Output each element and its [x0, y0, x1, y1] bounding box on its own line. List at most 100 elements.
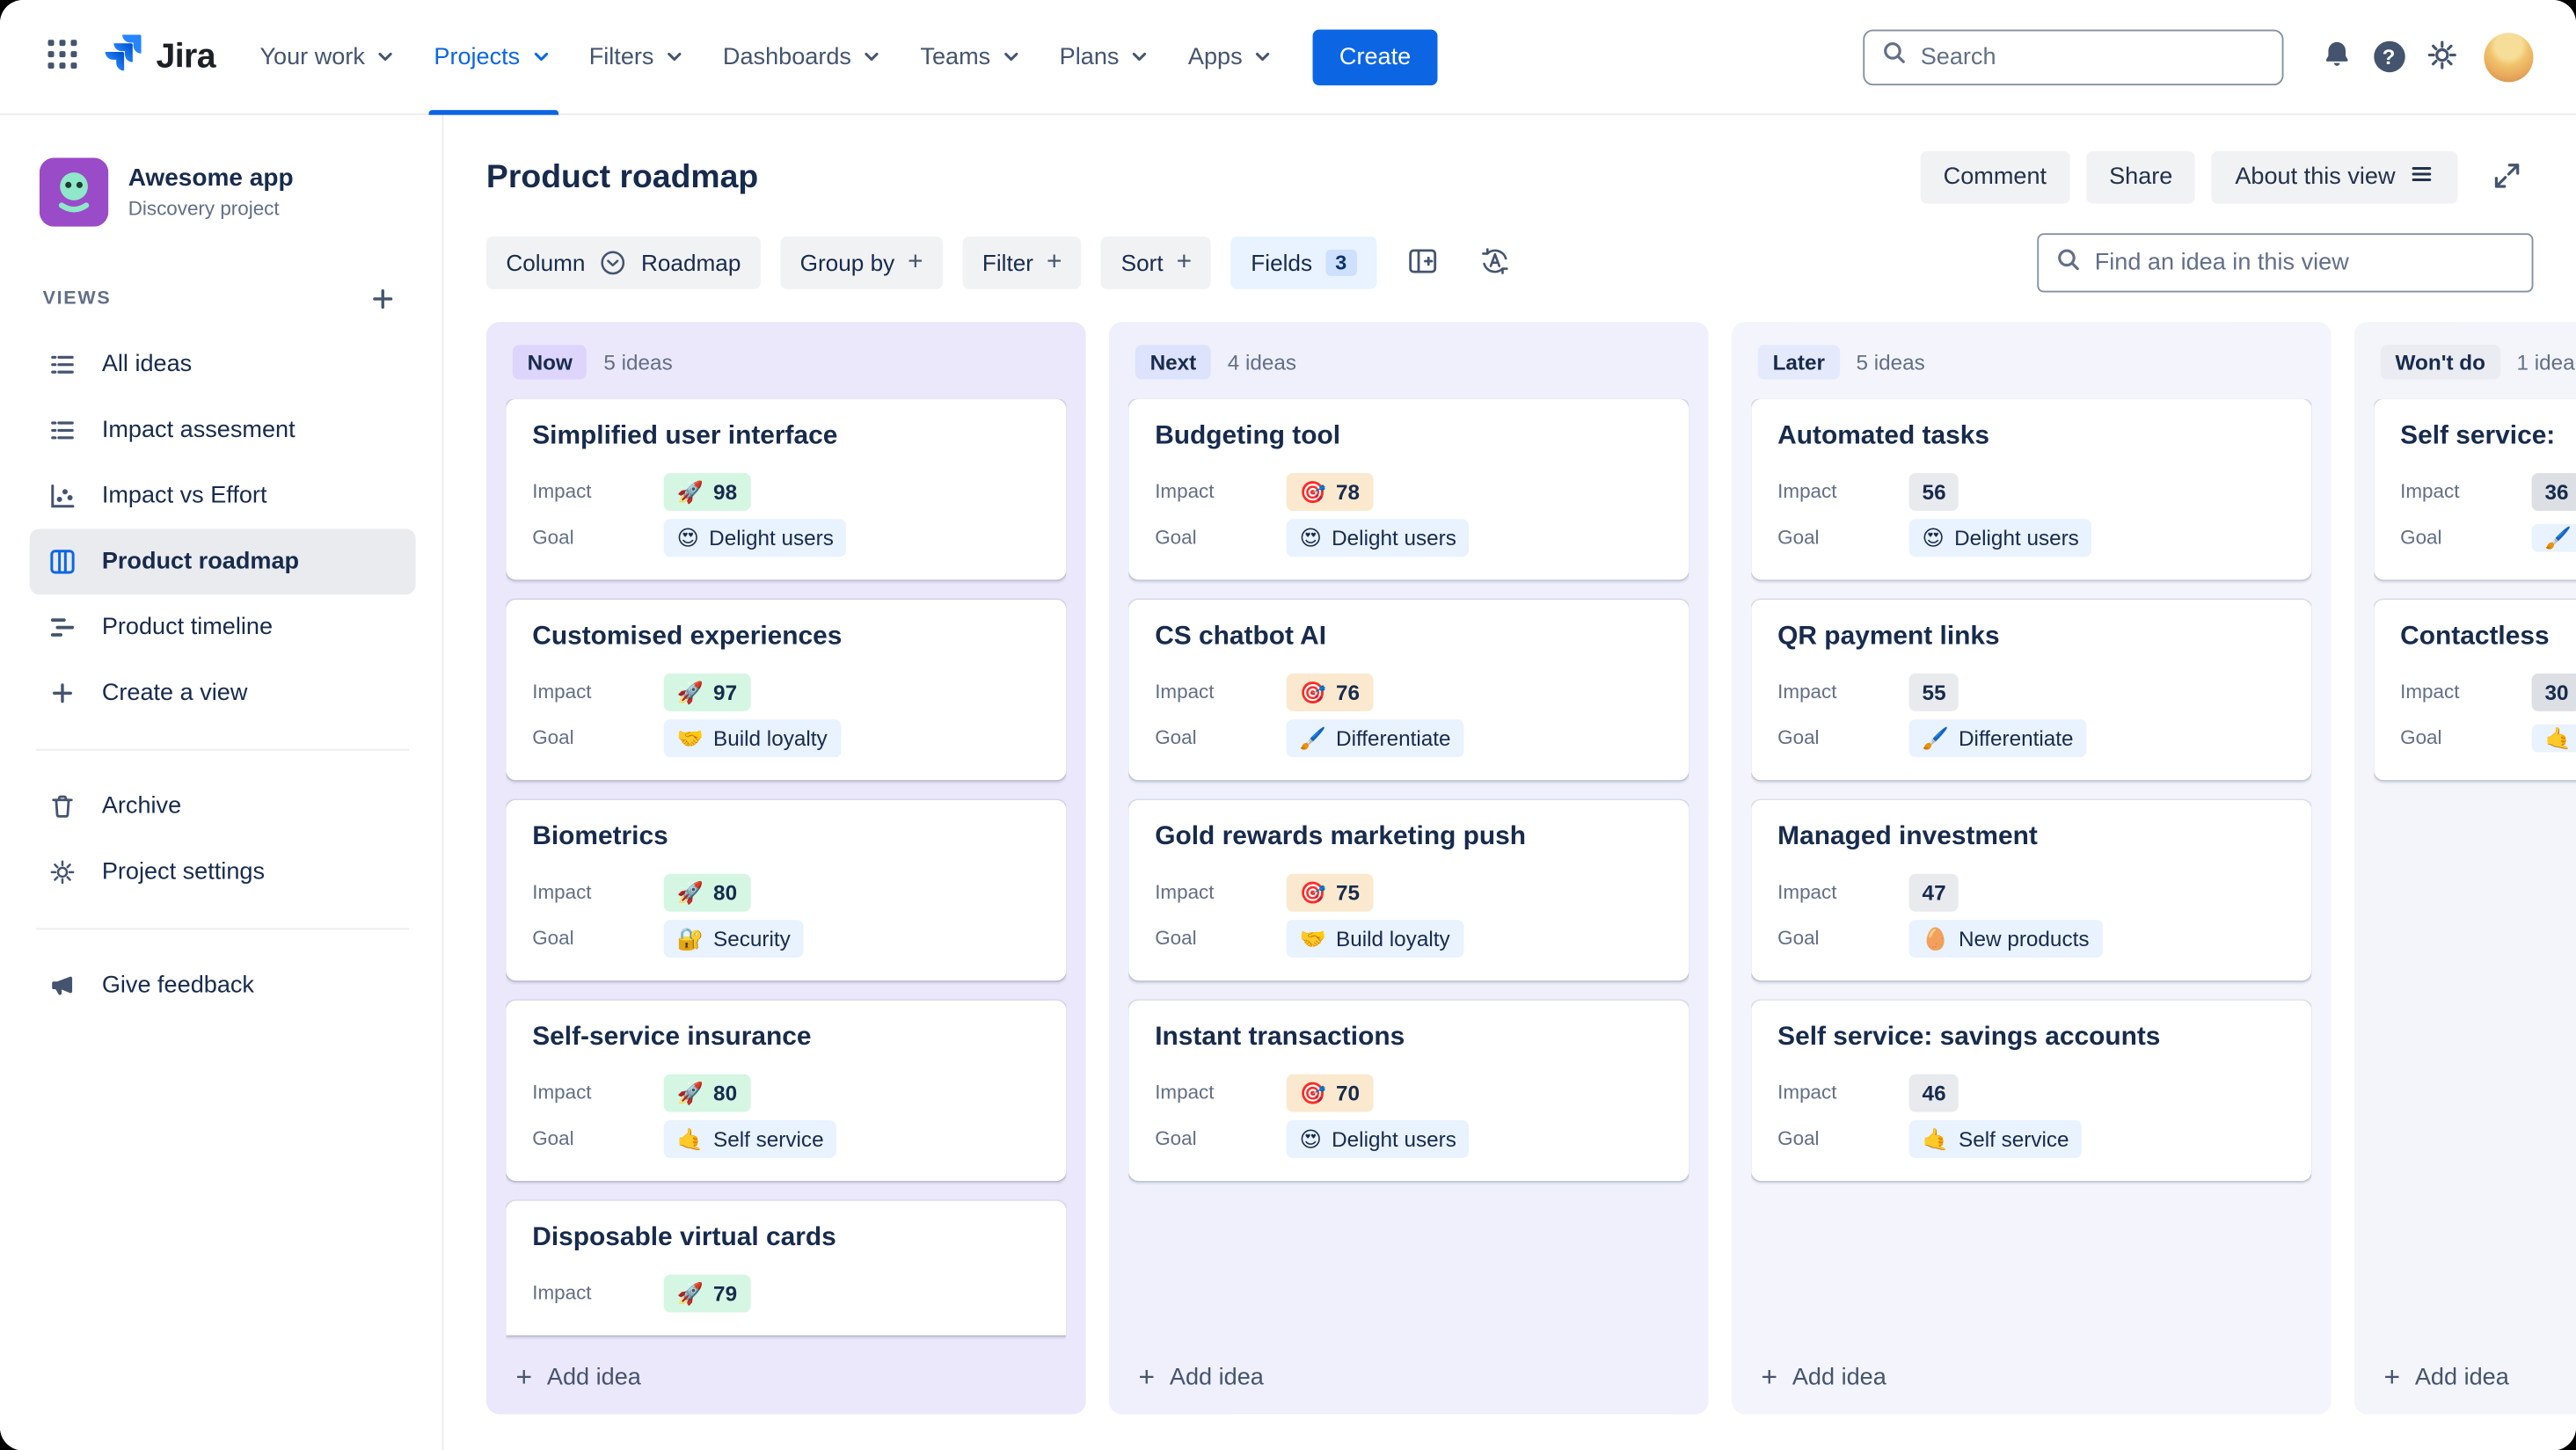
sidebar-item-product-roadmap[interactable]: Product roadmap [29, 528, 416, 595]
jira-logo[interactable]: Jira [102, 31, 216, 82]
column-idea-count: 5 ideas [1856, 349, 1925, 375]
auto-sort-button[interactable] [1468, 237, 1521, 289]
chevron-circle-icon [598, 248, 628, 278]
sidebar-item-label: Project settings [101, 858, 266, 885]
idea-card[interactable]: Budgeting tool Impact 🎯 78 Goal 😍 Delight user… [1128, 398, 1689, 580]
plus-icon: + [908, 248, 923, 276]
search-icon [1881, 40, 1908, 74]
toolbar-pill-filter[interactable]: Filter + [962, 236, 1082, 289]
expand-view-button[interactable] [2481, 151, 2534, 204]
user-avatar[interactable] [2484, 32, 2534, 82]
topbar-nav-teams[interactable]: Teams [902, 0, 1041, 114]
app-switcher-button[interactable] [36, 31, 89, 84]
idea-card[interactable]: Managed investment Impact 47 Goal 🥚 New produ… [1751, 799, 2312, 981]
toolbar-pill-sort[interactable]: Sort + [1101, 236, 1212, 289]
chevron-down-icon [373, 44, 398, 69]
page-title: Product roadmap [485, 158, 759, 195]
topbar-nav-filters[interactable]: Filters [571, 0, 704, 114]
add-idea-label: Add idea [2414, 1364, 2509, 1391]
idea-card[interactable]: Gold rewards marketing push Impact 🎯 75 Goal… [1128, 799, 1689, 981]
add-idea-button[interactable]: + Add idea [2374, 1344, 2576, 1395]
find-idea-input[interactable] [2094, 249, 2515, 276]
plus-icon: + [1761, 1361, 1778, 1394]
idea-card[interactable]: Disposable virtual cards Impact 🚀 79 [506, 1200, 1067, 1336]
idea-card[interactable]: Biometrics Impact 🚀 80 Goal 🔐 Security [506, 799, 1067, 981]
help-button[interactable]: ? [2362, 31, 2415, 84]
toolbar-pill-group-by[interactable]: Group by + [780, 236, 944, 289]
topbar-nav-your-work[interactable]: Your work [242, 0, 416, 114]
topbar-nav-projects[interactable]: Projects [416, 0, 571, 114]
add-view-button[interactable] [363, 280, 403, 319]
sidebar-item-impact-vs-effort[interactable]: Impact vs Effort [30, 463, 416, 529]
sidebar-item-all-ideas[interactable]: All ideas [30, 332, 416, 397]
emoji-icon: 🎯 [1299, 879, 1326, 905]
field-label: Goal [1155, 1126, 1197, 1150]
comment-button[interactable]: Comment [1920, 150, 2070, 204]
find-idea-search[interactable] [2037, 233, 2534, 293]
card-field-row: Goal 😍 Delight users [532, 514, 1040, 560]
chip-label: Delight users [1954, 524, 2079, 550]
goal-chip: 🖌️ [2531, 522, 2576, 551]
chip-label: Differentiate [1336, 725, 1451, 750]
give-feedback-button[interactable]: Give feedback [30, 952, 416, 1018]
chip-label: Self service [713, 1126, 824, 1151]
topbar-nav-dashboards[interactable]: Dashboards [704, 0, 902, 114]
add-idea-button[interactable]: + Add idea [506, 1344, 1066, 1395]
sidebar-item-product-timeline[interactable]: Product timeline [30, 594, 416, 660]
sidebar-item-impact-assesment[interactable]: Impact assesment [30, 397, 416, 463]
field-label: Goal [1777, 1126, 1820, 1150]
chevron-down-icon [662, 44, 687, 69]
goal-chip: 😍 Delight users [1286, 518, 1470, 557]
idea-card[interactable]: QR payment links Impact 55 Goal 🖌️ Differenti… [1751, 599, 2312, 781]
insert-column-button[interactable] [1396, 237, 1449, 289]
field-label: Goal [2400, 725, 2442, 749]
global-search[interactable] [1863, 28, 2284, 85]
project-header[interactable]: Awesome app Discovery project [39, 157, 416, 227]
add-idea-button[interactable]: + Add idea [1751, 1344, 2311, 1395]
nav-item-label: Dashboards [722, 43, 851, 70]
idea-card[interactable]: Self service: savings accounts Impact 46 Go… [1751, 1000, 2312, 1182]
idea-card[interactable]: Customised experiences Impact 🚀 97 Goal 🤝 Buil… [506, 599, 1067, 781]
settings-button[interactable] [2415, 31, 2468, 84]
field-label: Impact [1777, 680, 1837, 703]
view-type-control[interactable]: Column Roadmap [485, 236, 761, 289]
about-this-view-button[interactable]: About this view [2212, 150, 2458, 204]
field-label: Goal [1155, 525, 1197, 549]
column-status-chip: Won't do [2380, 345, 2500, 380]
idea-card[interactable]: Self-service insurance Impact 🚀 80 Goal 🤙 Self… [506, 1000, 1067, 1182]
card-field-row: Goal 🖌️ [2400, 514, 2576, 560]
sidebar-item-project-settings[interactable]: Project settings [30, 840, 416, 906]
chip-label: Self service [1959, 1126, 2069, 1151]
column-idea-count: 1 idea [2516, 349, 2575, 375]
create-button[interactable]: Create [1312, 28, 1438, 85]
idea-card[interactable]: Instant transactions Impact 🎯 70 Goal 😍 Deligh… [1128, 1000, 1689, 1182]
idea-card[interactable]: Contactless Impact 30 Goal 🤙 [2374, 599, 2576, 781]
topbar-nav-plans[interactable]: Plans [1041, 0, 1170, 114]
chip-label: 46 [1922, 1080, 1946, 1105]
sidebar-item-create-a-view[interactable]: Create a view [30, 660, 416, 726]
add-idea-button[interactable]: + Add idea [1128, 1344, 1689, 1395]
idea-card[interactable]: CS chatbot AI Impact 🎯 76 Goal 🖌️ Differentiat… [1128, 599, 1689, 781]
global-search-input[interactable] [1920, 43, 2266, 70]
views-list: All ideas Impact assesment Impact vs Effor… [29, 332, 416, 726]
sidebar-item-label: Archive [101, 793, 182, 820]
idea-card[interactable]: Simplified user interface Impact 🚀 98 Goal 😍 D… [506, 398, 1067, 580]
fields-pill[interactable]: Fields 3 [1230, 236, 1376, 289]
scatter-icon [46, 481, 78, 511]
sidebar-item-label: Impact assesment [101, 417, 296, 444]
impact-chip: 🎯 76 [1286, 672, 1374, 710]
sidebar-item-archive[interactable]: Archive [30, 774, 416, 840]
goal-chip: 🤙 Self service [663, 1119, 837, 1158]
idea-card[interactable]: Automated tasks Impact 56 Goal 😍 Delight user… [1751, 398, 2312, 580]
emoji-icon: 🎯 [1299, 478, 1326, 504]
idea-card[interactable]: Self service: Impact 36 Goal 🖌️ [2374, 398, 2576, 580]
topbar-nav-apps[interactable]: Apps [1170, 0, 1293, 114]
chip-label: Differentiate [1959, 725, 2074, 750]
nav-item-label: Your work [259, 43, 365, 70]
emoji-icon: 😍 [1299, 524, 1322, 550]
field-label: Impact [532, 1281, 592, 1305]
notifications-button[interactable] [2310, 31, 2362, 84]
share-button[interactable]: Share [2085, 150, 2196, 204]
field-label: Goal [2400, 525, 2442, 549]
goal-chip: 🤙 [2531, 723, 2576, 752]
